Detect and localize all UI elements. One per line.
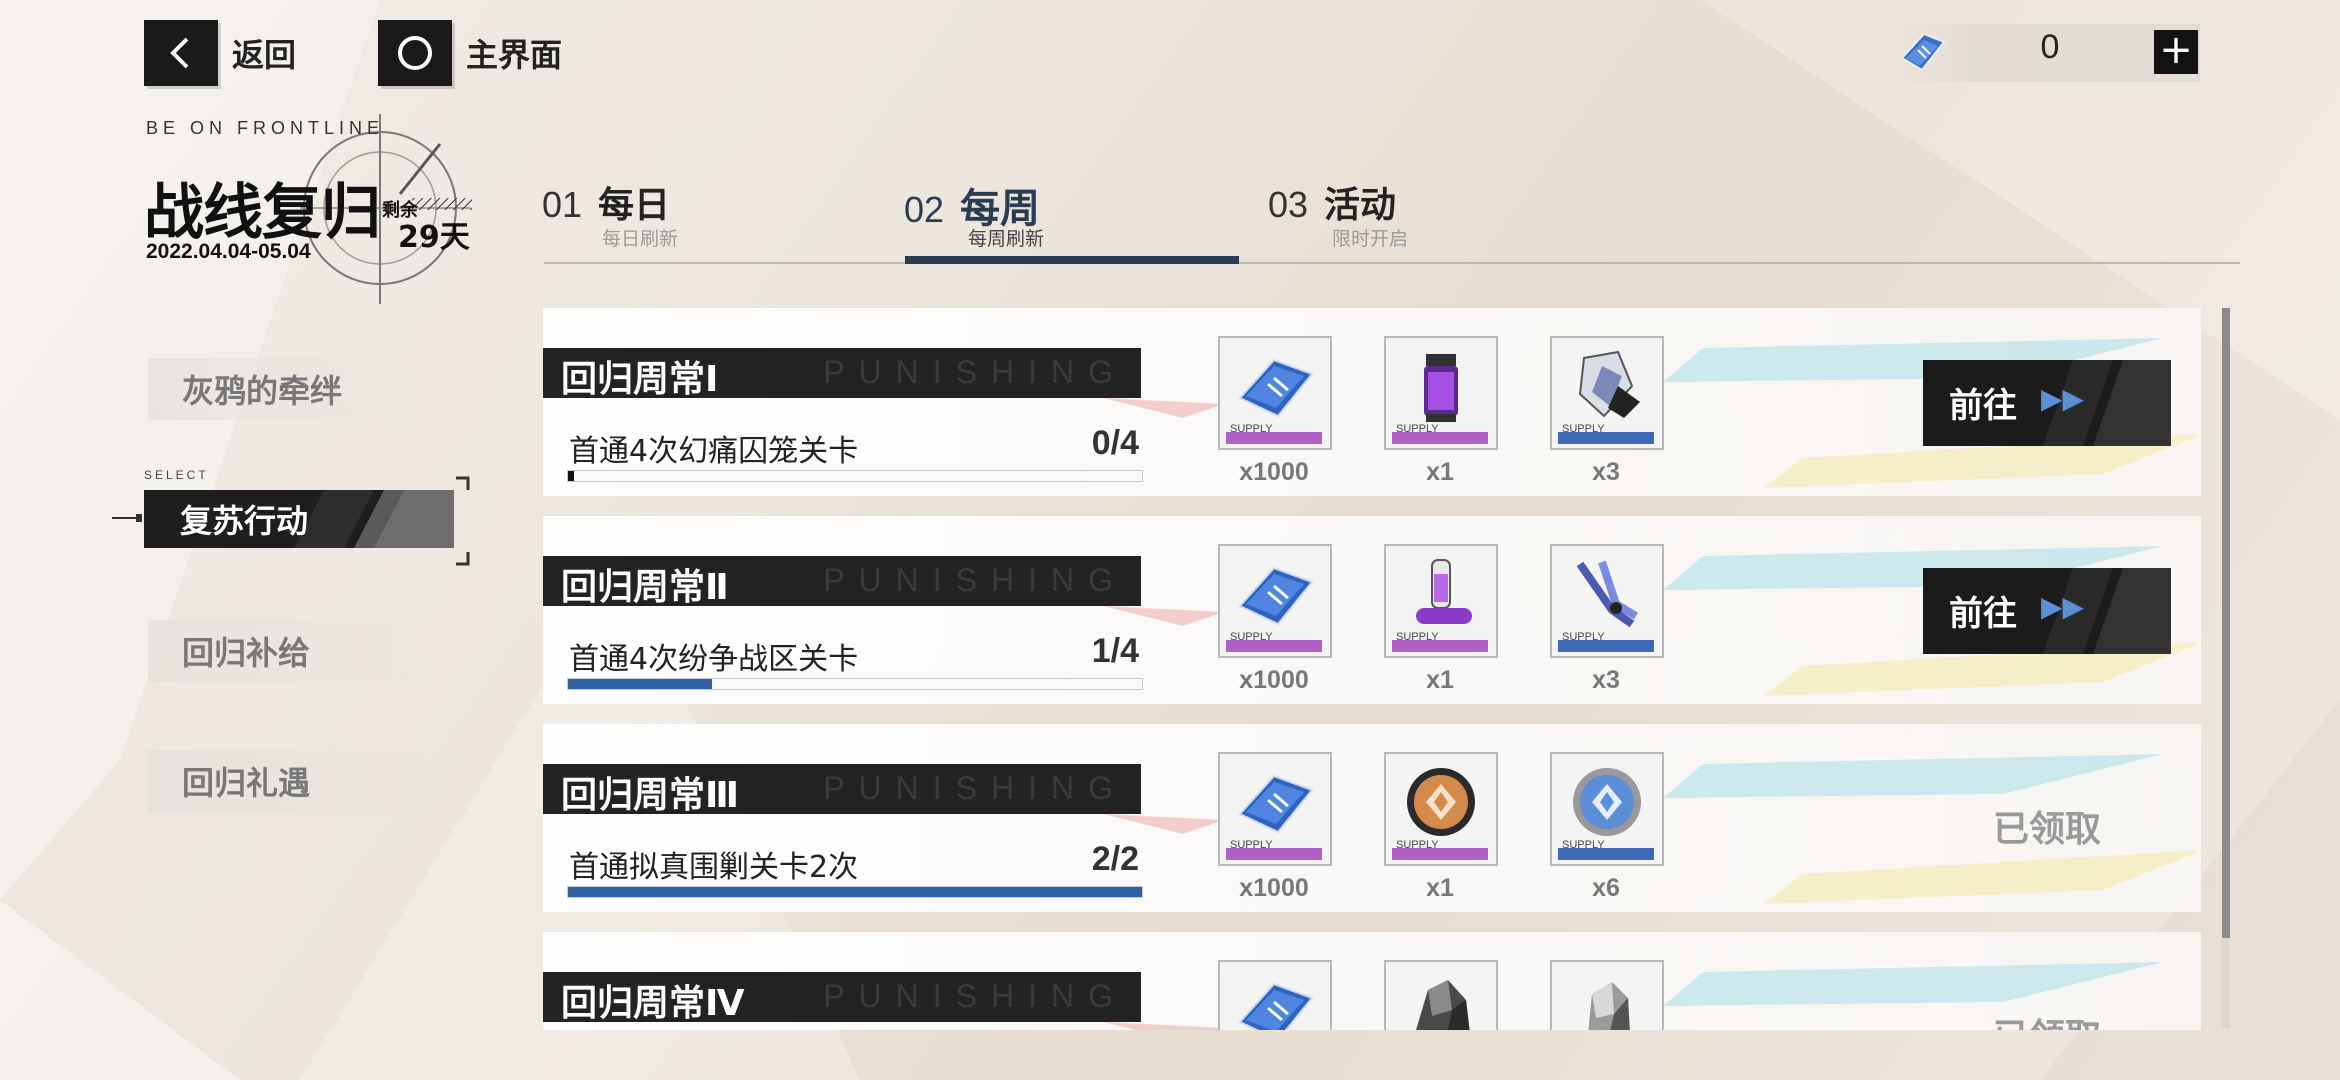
task-progress-text: 2/2 (1091, 840, 1139, 878)
nav-item-label: 复苏行动 (180, 502, 309, 540)
reward-quantity: x1000 (1239, 666, 1309, 694)
task-row: 回归周常Ⅳ PUNISHING SUPPLY SUPPLY SUPPLY 已领取 (543, 932, 2201, 1030)
task-description: 首通4次幻痛囚笼关卡 (569, 434, 859, 469)
go-button[interactable]: 前往 ▶▶ (1923, 360, 2171, 446)
reward-rarity-strip: SUPPLY (1558, 631, 1654, 652)
scrollbar-thumb[interactable] (2222, 308, 2230, 938)
task-header-decoration-text: PUNISHING (823, 978, 1127, 1014)
crystal-cube-icon (1554, 340, 1660, 432)
reward-item[interactable]: SUPPLY (1218, 544, 1332, 658)
double-arrow-icon: ▶▶ (2041, 590, 2085, 623)
task-header: 回归周常Ⅱ PUNISHING (543, 556, 1141, 608)
purple-capsule-icon (1388, 548, 1494, 640)
reward-item[interactable]: SUPPLY (1384, 544, 1498, 658)
reward-quantity: x1000 (1239, 874, 1309, 902)
reward-item[interactable]: SUPPLY (1550, 336, 1664, 450)
go-button-label: 前往 (1949, 386, 2017, 426)
reward-quantity: x1 (1426, 458, 1454, 486)
scrollbar[interactable] (2222, 308, 2230, 1028)
reward-rarity-strip: SUPPLY (1392, 423, 1488, 444)
go-button[interactable]: 前往 ▶▶ (1923, 568, 2171, 654)
claimed-status: 已领取 (1993, 1008, 2101, 1030)
reward-item[interactable]: SUPPLY (1218, 960, 1332, 1030)
reward-rarity-strip: SUPPLY (1558, 839, 1654, 860)
reward-item[interactable]: SUPPLY (1550, 752, 1664, 866)
reward-quantity: x1 (1426, 874, 1454, 902)
reward-rarity-strip: SUPPLY (1392, 839, 1488, 860)
task-title: 回归周常Ⅱ (561, 567, 729, 608)
orange-coin-icon (1388, 756, 1494, 848)
go-button-label: 前往 (1949, 594, 2017, 634)
reward-item[interactable]: SUPPLY (1550, 544, 1664, 658)
task-header: 回归周常Ⅰ PUNISHING (543, 348, 1141, 400)
reward-rarity-strip: SUPPLY (1226, 631, 1322, 652)
task-progress-bar (567, 678, 1143, 690)
reward-strip-text: SUPPLY (1396, 839, 1439, 851)
reward-item[interactable]: SUPPLY (1384, 752, 1498, 866)
task-progress-fill (568, 887, 1142, 897)
task-row: 回归周常Ⅱ PUNISHING 首通4次纷争战区关卡 1/4 SUPPLY x1000 SU… (543, 516, 2203, 704)
supply-ticket-icon (1222, 756, 1328, 848)
task-header-decoration-text: PUNISHING (823, 562, 1127, 598)
reward-rarity-strip: SUPPLY (1392, 631, 1488, 652)
task-title: 回归周常Ⅲ (561, 775, 740, 816)
reward-quantity: x3 (1592, 458, 1620, 486)
double-arrow-icon: ▶▶ (2041, 382, 2085, 415)
reward-strip-text: SUPPLY (1562, 839, 1605, 851)
reward-strip-text: SUPPLY (1562, 631, 1605, 643)
reward-strip-text: SUPPLY (1230, 631, 1273, 643)
reward-strip-text: SUPPLY (1396, 423, 1439, 435)
task-description: 首通4次纷争战区关卡 (569, 642, 859, 677)
reward-item[interactable]: SUPPLY (1384, 336, 1498, 450)
reward-quantity: x6 (1592, 874, 1620, 902)
task-header: 回归周常Ⅲ PUNISHING (543, 764, 1141, 816)
claimed-status: 已领取 (1993, 809, 2102, 850)
reward-strip-text: SUPPLY (1230, 839, 1273, 851)
task-description: 首通拟真围剿关卡2次 (569, 850, 859, 885)
supply-ticket-icon (1222, 964, 1328, 1030)
tongs-icon (1554, 548, 1660, 640)
task-list[interactable]: 回归周常Ⅰ PUNISHING 首通4次幻痛囚笼关卡 0/4 SUPPLY x1000 SU… (0, 0, 2340, 1030)
reward-item[interactable]: SUPPLY (1384, 960, 1498, 1030)
task-header-decoration-text: PUNISHING (823, 770, 1127, 806)
reward-item[interactable]: SUPPLY (1218, 752, 1332, 866)
reward-item[interactable]: SUPPLY (1550, 960, 1664, 1030)
grey-ore-icon (1554, 964, 1660, 1030)
task-title: 回归周常Ⅳ (561, 983, 745, 1024)
task-header-decoration-text: PUNISHING (823, 354, 1127, 390)
reward-rarity-strip: SUPPLY (1226, 839, 1322, 860)
reward-quantity: x1000 (1239, 458, 1309, 486)
reward-strip-text: SUPPLY (1562, 423, 1605, 435)
task-title: 回归周常Ⅰ (561, 359, 719, 400)
task-progress-fill (568, 471, 574, 481)
blue-coin-icon (1554, 756, 1660, 848)
task-progress-text: 1/4 (1091, 632, 1139, 670)
reward-quantity: x1 (1426, 666, 1454, 694)
task-row: 回归周常Ⅲ PUNISHING 首通拟真围剿关卡2次 2/2 SUPPLY x1000 SU… (543, 724, 2203, 912)
reward-rarity-strip: SUPPLY (1558, 423, 1654, 444)
reward-quantity: x3 (1592, 666, 1620, 694)
reward-strip-text: SUPPLY (1230, 423, 1273, 435)
supply-ticket-icon (1222, 548, 1328, 640)
reward-rarity-strip: SUPPLY (1226, 423, 1322, 444)
supply-ticket-icon (1222, 340, 1328, 432)
task-progress-bar (567, 470, 1143, 482)
task-header: 回归周常Ⅳ PUNISHING (543, 972, 1141, 1024)
task-progress-text: 0/4 (1091, 424, 1139, 462)
dark-ore-icon (1388, 964, 1494, 1030)
purple-vial-icon (1388, 340, 1494, 432)
task-row: 回归周常Ⅰ PUNISHING 首通4次幻痛囚笼关卡 0/4 SUPPLY x1000 SU… (543, 308, 2203, 496)
task-progress-fill (568, 679, 712, 689)
reward-item[interactable]: SUPPLY (1218, 336, 1332, 450)
task-progress-bar (567, 886, 1143, 898)
reward-strip-text: SUPPLY (1396, 631, 1439, 643)
